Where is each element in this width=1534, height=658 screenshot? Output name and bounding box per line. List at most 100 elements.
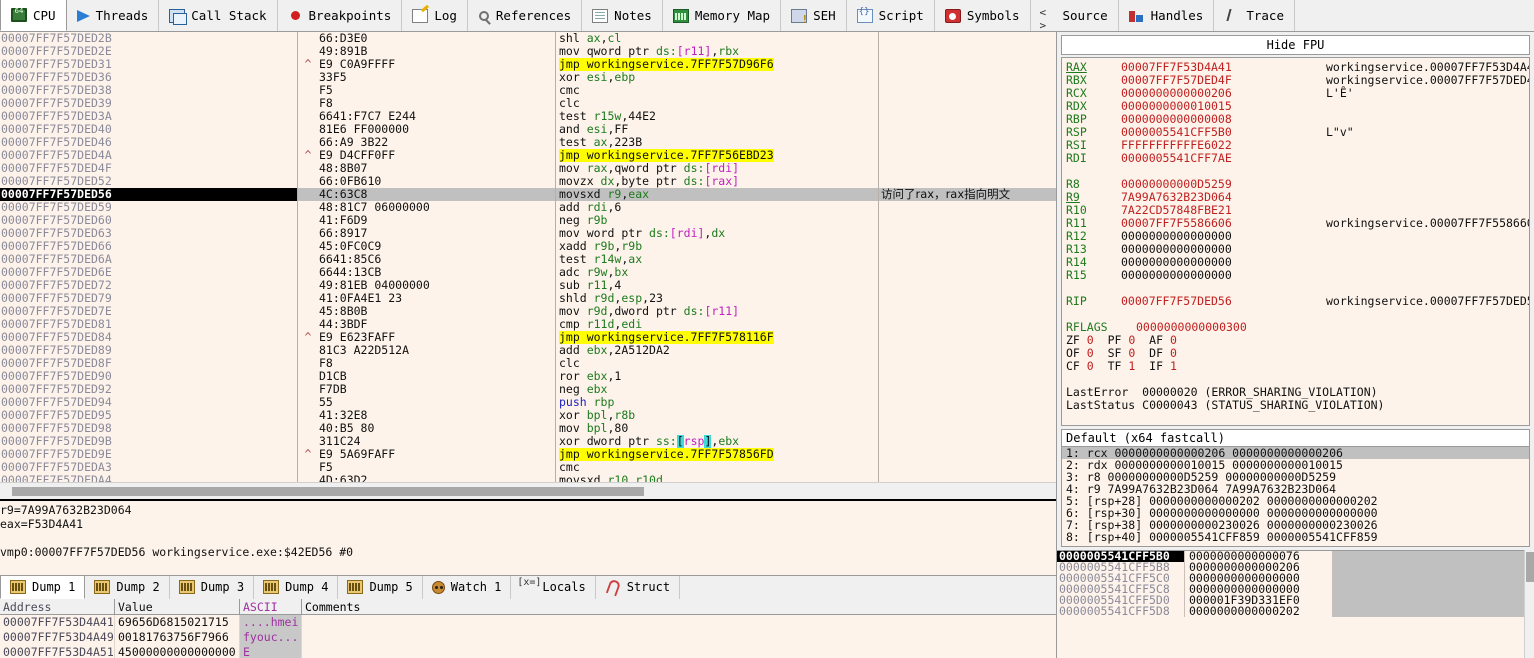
- disassembly-row[interactable]: 00007FF7F57DEDA3F5cmc: [0, 461, 1056, 474]
- instruction-bytes: 41:F6D9: [319, 214, 559, 227]
- dump-view[interactable]: Address Value ASCII Comments 00007FF7F53…: [0, 599, 1056, 658]
- flag-if[interactable]: IF 1: [1149, 360, 1177, 373]
- dump-tab-dump-3[interactable]: Dump 3: [170, 576, 254, 598]
- dump-row[interactable]: 00007FF7F53D4A4169656D6815021715....hmei: [0, 615, 1056, 630]
- scrollbar-thumb[interactable]: [1526, 552, 1534, 582]
- toolbar-tab-notes[interactable]: Notes: [582, 0, 663, 31]
- disassembly-row[interactable]: 00007FF7F57DED9455push rbp: [0, 396, 1056, 409]
- info-line: [0, 531, 1056, 545]
- instruction-comment: [879, 318, 1056, 331]
- toolbar-tab-source[interactable]: Source: [1031, 0, 1119, 31]
- hide-fpu-button[interactable]: Hide FPU: [1061, 35, 1530, 55]
- disassembly-row[interactable]: 00007FF7F57DED564C:63C8movsxd r9,eax访问了r…: [0, 188, 1056, 201]
- flag-tf[interactable]: TF 1: [1108, 360, 1136, 373]
- disassembly-row[interactable]: 00007FF7F57DED7249:81EB 04000000sub r11,…: [0, 279, 1056, 292]
- dump-tab-watch-1[interactable]: Watch 1: [423, 576, 512, 598]
- disassembly-row[interactable]: 00007FF7F57DED9541:32E8xor bpl,r8b: [0, 409, 1056, 422]
- disassembly-horizontal-scrollbar[interactable]: [0, 482, 1056, 500]
- toolbar-tab-seh[interactable]: SEH: [781, 0, 847, 31]
- disassembly-row[interactable]: 00007FF7F57DED6645:0FC0C9xadd r9b,r9b: [0, 240, 1056, 253]
- toolbar-tab-label: Script: [879, 8, 924, 23]
- stack-vertical-scrollbar[interactable]: [1524, 550, 1534, 658]
- disassembly-row[interactable]: 00007FF7F57DED4F48:8B07mov rax,qword ptr…: [0, 162, 1056, 175]
- disassembly-row[interactable]: 00007FF7F57DED9E^E9 5A69FAFFjmp workings…: [0, 448, 1056, 461]
- dump-col-comments[interactable]: Comments: [302, 599, 902, 614]
- toolbar-tab-log[interactable]: Log: [402, 0, 468, 31]
- dump-col-value[interactable]: Value: [115, 599, 240, 614]
- instruction-address: 00007FF7F57DED3A: [0, 110, 297, 123]
- stack-view[interactable]: 0000005541CFF5B0000000000000007600000055…: [1057, 550, 1524, 658]
- flags-line[interactable]: CF 0 TF 1 IF 1: [1066, 360, 1529, 373]
- stack-row[interactable]: 0000005541CFF5D80000000000000202: [1057, 606, 1524, 617]
- disassembly-row[interactable]: 00007FF7F57DED8144:3BDFcmp r11d,edi: [0, 318, 1056, 331]
- main-toolbar: CPUThreadsCall StackBreakpointsLogRefere…: [0, 0, 1534, 32]
- register-row-rdi[interactable]: RDI0000005541CFF7AE: [1066, 152, 1529, 165]
- disassembly-row[interactable]: 00007FF7F57DED4081E6 FF000000and esi,FF: [0, 123, 1056, 136]
- dump-tab-dump-5[interactable]: Dump 5: [338, 576, 422, 598]
- toolbar-tab-symbols[interactable]: Symbols: [935, 0, 1031, 31]
- disassembly-view[interactable]: 00007FF7F57DED2B66:D3E0shl ax,cl00007FF7…: [0, 32, 1056, 482]
- disassembly-row[interactable]: 00007FF7F57DED5948:81C7 06000000add rdi,…: [0, 201, 1056, 214]
- instruction-bytes: 4D:63D2: [319, 474, 559, 482]
- toolbar-tab-script[interactable]: Script: [847, 0, 935, 31]
- disassembly-row[interactable]: 00007FF7F57DED38F5cmc: [0, 84, 1056, 97]
- instruction-bytes: 81E6 FF000000: [319, 123, 559, 136]
- dump-tab-dump-2[interactable]: Dump 2: [85, 576, 169, 598]
- disassembly-row[interactable]: 00007FF7F57DED9B311C24xor dword ptr ss:[…: [0, 435, 1056, 448]
- disassembly-row[interactable]: 00007FF7F57DED31^E9 C0A9FFFFjmp workings…: [0, 58, 1056, 71]
- disassembly-row[interactable]: 00007FF7F57DED4A^E9 D4CFF0FFjmp workings…: [0, 149, 1056, 162]
- arguments-view[interactable]: 1: rcx 0000000000000206 0000000000000206…: [1061, 447, 1530, 547]
- disassembly-row[interactable]: 00007FF7F57DED3A6641:F7C7 E244test r15w,…: [0, 110, 1056, 123]
- struct-icon: [605, 580, 621, 594]
- dump-tab-dump-4[interactable]: Dump 4: [254, 576, 338, 598]
- toolbar-tab-memory-map[interactable]: Memory Map: [663, 0, 781, 31]
- scrollbar-thumb[interactable]: [12, 487, 644, 496]
- disassembly-row[interactable]: 00007FF7F57DED84^E9 E623FAFFjmp workings…: [0, 331, 1056, 344]
- disassembly-row[interactable]: 00007FF7F57DEDA44D:63D2movsxd r10,r10d: [0, 474, 1056, 482]
- dump-tab-label: Dump 4: [285, 580, 328, 594]
- toolbar-tab-cpu[interactable]: CPU: [0, 0, 67, 31]
- disassembly-row[interactable]: 00007FF7F57DED90D1CBror ebx,1: [0, 370, 1056, 383]
- disassembly-row[interactable]: 00007FF7F57DED6E6644:13CBadc r9w,bx: [0, 266, 1056, 279]
- disassembly-row[interactable]: 00007FF7F57DED2E49:891Bmov qword ptr ds:…: [0, 45, 1056, 58]
- toolbar-tab-references[interactable]: References: [468, 0, 582, 31]
- disassembly-row[interactable]: 00007FF7F57DED9840:B5 80mov bpl,80: [0, 422, 1056, 435]
- toolbar-tab-trace[interactable]: Trace: [1214, 0, 1295, 31]
- instruction-comment: [879, 305, 1056, 318]
- disassembly-row[interactable]: 00007FF7F57DED6041:F6D9neg r9b: [0, 214, 1056, 227]
- dump-tab-dump-1[interactable]: Dump 1: [0, 576, 85, 598]
- dump-tab-locals[interactable]: Locals: [511, 576, 595, 598]
- disassembly-row[interactable]: 00007FF7F57DED2B66:D3E0shl ax,cl: [0, 32, 1056, 45]
- toolbar-tab-call-stack[interactable]: Call Stack: [159, 0, 277, 31]
- disassembly-row[interactable]: 00007FF7F57DED7941:0FA4E1 23shld r9d,esp…: [0, 292, 1056, 305]
- dump-col-ascii[interactable]: ASCII: [240, 599, 302, 614]
- jump-arrow-icon: [297, 188, 319, 201]
- dump-row[interactable]: 00007FF7F53D4A4900181763756F7966fyouc...: [0, 630, 1056, 645]
- disassembly-row[interactable]: 00007FF7F57DED39F8clc: [0, 97, 1056, 110]
- disassembly-row[interactable]: 00007FF7F57DED92F7DBneg ebx: [0, 383, 1056, 396]
- disassembly-row[interactable]: 00007FF7F57DED4666:A9 3B22test ax,223B: [0, 136, 1056, 149]
- register-row-rip[interactable]: RIP00007FF7F57DED56workingservice.00007F…: [1066, 295, 1529, 308]
- dump-col-address[interactable]: Address: [0, 599, 115, 614]
- disassembly-row[interactable]: 00007FF7F57DED3633F5xor esi,ebp: [0, 71, 1056, 84]
- disassembly-row[interactable]: 00007FF7F57DED8FF8clc: [0, 357, 1056, 370]
- register-row-r15[interactable]: R150000000000000000: [1066, 269, 1529, 282]
- registers-view[interactable]: RAX00007FF7F53D4A41workingservice.00007F…: [1061, 57, 1530, 426]
- toolbar-tab-threads[interactable]: Threads: [67, 0, 160, 31]
- dump-tab-struct[interactable]: Struct: [596, 576, 680, 598]
- disassembly-row[interactable]: 00007FF7F57DED6366:8917mov word ptr ds:[…: [0, 227, 1056, 240]
- dump-row[interactable]: 00007FF7F53D4A5145000000000000000E: [0, 645, 1056, 658]
- disassembly-row[interactable]: 00007FF7F57DED5266:0FB610movzx dx,byte p…: [0, 175, 1056, 188]
- instruction-text: cmc: [559, 461, 879, 474]
- disassembly-row[interactable]: 00007FF7F57DED7E45:8B0Bmov r9d,dword ptr…: [0, 305, 1056, 318]
- disassembly-row[interactable]: 00007FF7F57DED6A6641:85C6test r14w,ax: [0, 253, 1056, 266]
- instruction-comment: [879, 58, 1056, 71]
- instruction-comment: [879, 71, 1056, 84]
- calling-convention-selector[interactable]: Default (x64 fastcall): [1061, 429, 1530, 447]
- disassembly-row[interactable]: 00007FF7F57DED8981C3 A22D512Aadd ebx,2A5…: [0, 344, 1056, 357]
- toolbar-tab-breakpoints[interactable]: Breakpoints: [278, 0, 403, 31]
- toolbar-tab-handles[interactable]: Handles: [1119, 0, 1215, 31]
- argument-row[interactable]: 8: [rsp+40] 0000005541CFF859 0000005541C…: [1062, 531, 1529, 543]
- main-area: 00007FF7F57DED2B66:D3E0shl ax,cl00007FF7…: [0, 32, 1534, 658]
- flag-cf[interactable]: CF 0: [1066, 360, 1094, 373]
